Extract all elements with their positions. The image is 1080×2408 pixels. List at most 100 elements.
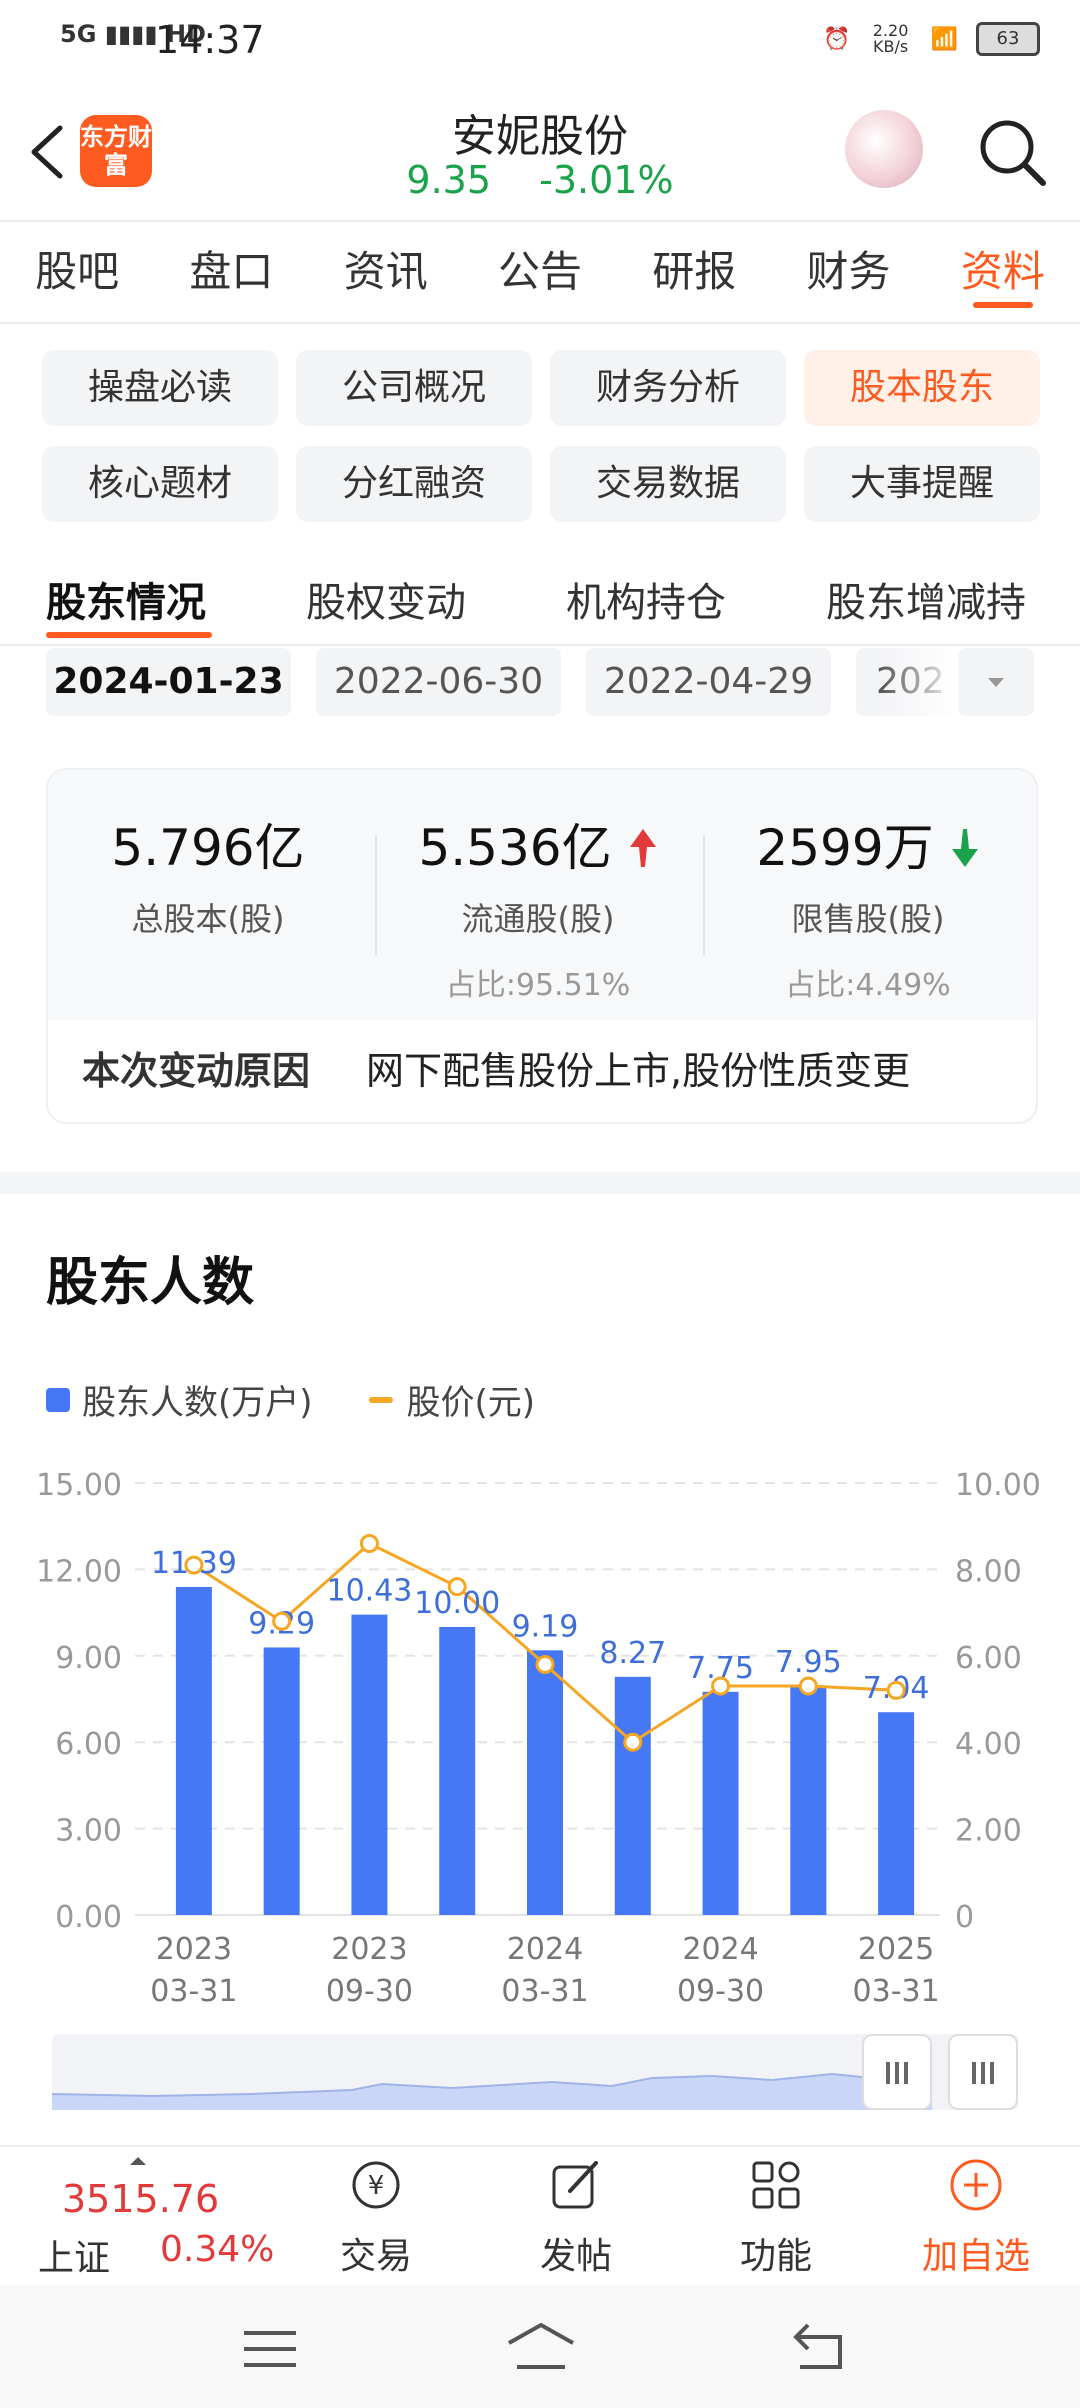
chip-core-themes[interactable]: 核心题材 (42, 446, 278, 522)
plus-circle-icon (950, 2159, 1002, 2211)
chart-range-slider[interactable] (51, 2034, 1018, 2110)
bar (527, 1650, 563, 1915)
x-tick-label: 2025 (858, 1932, 934, 1967)
subtab-holding-change[interactable]: 股东增减持 (826, 570, 1026, 628)
alarm-icon: ⏰ (823, 26, 851, 52)
shareholder-chart: 15.00 10.00 12.00 8.00 9.00 6.00 6.00 4.00 3.00 2… (36, 1468, 1041, 2009)
bar-value-label: 10.43 (326, 1574, 412, 1609)
price-point (798, 1676, 818, 1696)
stat-label: 限售股(股) (791, 900, 945, 938)
x-tick-label: 2023 (331, 1932, 407, 1967)
system-navigation-bar (0, 2285, 1080, 2408)
add-watchlist-label: 加自选 (921, 2236, 1030, 2277)
home-icon[interactable] (505, 2321, 577, 2373)
stock-price: 9.35 (406, 158, 492, 202)
price-point (711, 1676, 731, 1696)
arrow-up-icon (629, 829, 656, 867)
y-left-tick-label: 3.00 (55, 1814, 122, 1849)
chip-dividends[interactable]: 分红融资 (296, 446, 532, 522)
post-label: 发帖 (539, 2236, 612, 2277)
net-speed: 2.20 KB/s (872, 21, 909, 56)
menu-icon[interactable] (240, 2325, 300, 2375)
date-chip[interactable]: 2022-04-29 (586, 648, 831, 716)
chip-trading-data[interactable]: 交易数据 (550, 446, 786, 522)
divider (375, 835, 377, 955)
chip-trading-guide[interactable]: 操盘必读 (42, 350, 278, 426)
search-icon[interactable] (975, 115, 1049, 189)
bar (439, 1627, 476, 1915)
functions-button[interactable]: 功能 (706, 2157, 846, 2279)
add-watchlist-button[interactable]: 加自选 (906, 2157, 1046, 2279)
bar (614, 1676, 651, 1915)
y-right-tick-label: 2.00 (955, 1814, 1022, 1849)
divider (703, 835, 705, 955)
price-point (535, 1654, 555, 1674)
x-tick-label: 03-31 (501, 1974, 588, 2009)
grid-icon (752, 2161, 800, 2209)
y-left-tick-label: 9.00 (55, 1641, 122, 1676)
legend-bar-swatch (46, 1387, 70, 1412)
stat-ratio: 占比:4.49% (785, 968, 951, 1003)
tab-news[interactable]: 资讯 (309, 222, 463, 322)
back-nav-icon[interactable] (790, 2321, 850, 2373)
legend-line-swatch (368, 1396, 393, 1403)
index-value[interactable]: 3515.76 (62, 2177, 219, 2221)
grip-icon (886, 2062, 908, 2084)
chevron-down-icon (988, 678, 1004, 687)
chip-financial-analysis[interactable]: 财务分析 (550, 350, 786, 426)
stat-restricted-shares: 2599万 限售股(股) 占比:4.49% (708, 808, 1028, 1004)
index-change: 0.34% (160, 2229, 275, 2270)
date-dropdown-button[interactable] (958, 648, 1034, 716)
subtab-equity-change[interactable]: 股权变动 (306, 570, 466, 628)
date-chip[interactable]: 2024-01-23 (46, 648, 291, 716)
change-reason: 本次变动原因 网下配售股份上市,股份性质变更 (48, 1020, 1036, 1122)
stock-header: 东方财富 安妮股份 9.35 -3.01% (0, 80, 1080, 222)
tab-guba[interactable]: 股吧 (0, 222, 154, 322)
index-name: 上证 (38, 2238, 111, 2279)
tab-announcements[interactable]: 公告 (463, 222, 617, 322)
post-button[interactable]: 发帖 (506, 2157, 646, 2279)
date-fade (880, 648, 960, 716)
bar (263, 1647, 300, 1915)
range-handle-right[interactable] (948, 2034, 1018, 2110)
subtab-indicator (46, 632, 212, 638)
stat-float-shares: 5.536亿 流通股(股) 占比:95.51% (378, 808, 698, 1004)
robot-avatar-icon[interactable] (845, 110, 923, 188)
x-tick-label: 09-30 (326, 1974, 413, 2009)
share-capital-card: 5.796亿 总股本(股) 5.536亿 流通股(股) 占比:95.51% 25… (46, 768, 1038, 1124)
chip-company-overview[interactable]: 公司概况 (296, 350, 532, 426)
stat-label: 流通股(股) (461, 900, 615, 938)
stat-total-shares: 5.796亿 总股本(股) (48, 808, 368, 940)
tab-pankou[interactable]: 盘口 (154, 222, 308, 322)
tab-finance[interactable]: 财务 (771, 222, 925, 322)
range-handle-left[interactable] (862, 2034, 932, 2110)
y-left-tick-label: 6.00 (55, 1727, 122, 1762)
bar-value-label: 7.95 (775, 1645, 842, 1680)
legend-line-label: 股价(元) (406, 1383, 536, 1423)
x-tick-label: 03-31 (150, 1974, 237, 2009)
functions-label: 功能 (739, 2236, 812, 2277)
subtab-shareholder-status[interactable]: 股东情况 (46, 570, 206, 628)
date-chip[interactable]: 2022-06-30 (316, 648, 561, 716)
y-right-tick-label: 0 (955, 1900, 974, 1935)
subtab-institution-holdings[interactable]: 机构持仓 (566, 570, 726, 628)
trade-icon: ¥ (352, 2161, 400, 2209)
chip-events[interactable]: 大事提醒 (804, 446, 1040, 522)
tab-research[interactable]: 研报 (617, 222, 771, 322)
y-right-tick-label: 6.00 (955, 1641, 1022, 1676)
y-left-tick-label: 12.00 (36, 1554, 122, 1589)
grip-icon (972, 2062, 994, 2084)
caret-up-icon[interactable] (128, 2155, 148, 2167)
tab-profile[interactable]: 资料 (926, 222, 1080, 322)
bottom-toolbar: 3515.76 上证 0.34% ¥ 交易 发帖 功能 加自选 (0, 2145, 1080, 2282)
trade-button[interactable]: ¥ 交易 (306, 2157, 446, 2279)
chart-legend: 股东人数(万户) 股价(元) (46, 1375, 535, 1424)
stat-value: 2599万 (708, 808, 1028, 880)
section-separator (0, 1172, 1080, 1194)
clock: 14:37 (155, 18, 265, 62)
stat-value: 5.796亿 (111, 819, 305, 877)
main-tabs: 股吧 盘口 资讯 公告 研报 财务 资料 (0, 222, 1080, 324)
price-point (623, 1732, 643, 1752)
chip-shareholders[interactable]: 股本股东 (804, 350, 1040, 426)
price-point (447, 1577, 467, 1597)
